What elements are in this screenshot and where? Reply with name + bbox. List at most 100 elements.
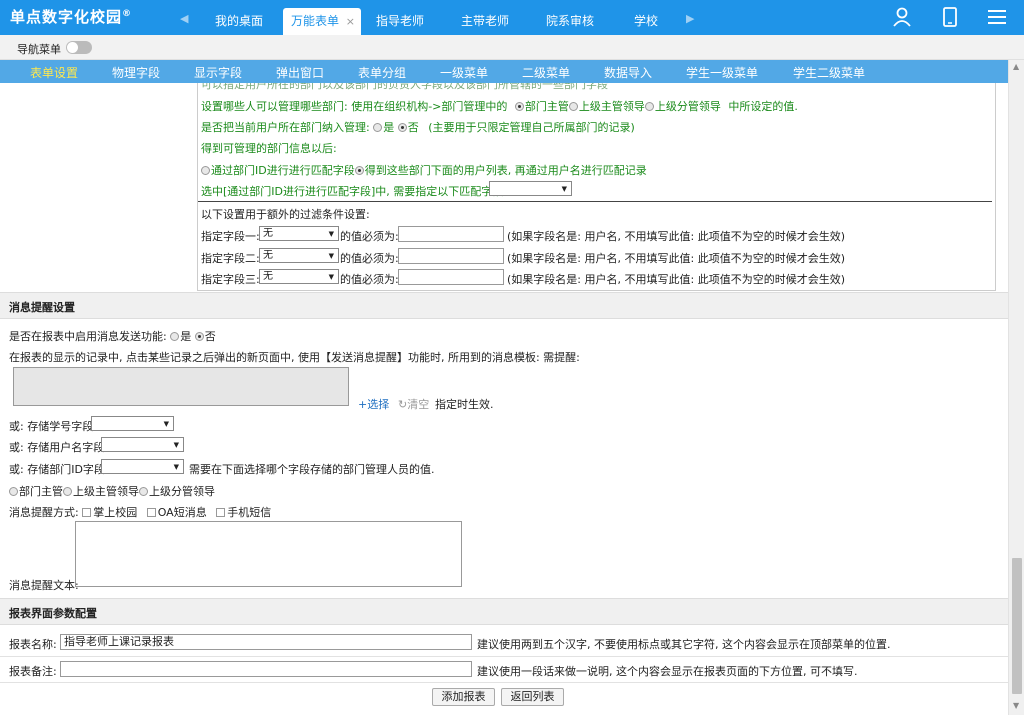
msg-template-display [13,367,349,406]
filter1-must-label: 的值必须为: [340,230,399,243]
radio-include-no[interactable] [397,123,407,132]
filter3-select[interactable]: 无 [259,269,339,284]
add-report-button[interactable]: 添加报表 [432,688,495,706]
subnav-level1-menu[interactable]: 一级菜单 [440,64,488,81]
label-msg-dept-head: 部门主管 [19,485,63,498]
sub-navigation: 表单设置 物理字段 显示字段 弹出窗口 表单分组 一级菜单 二级菜单 数据导入 … [0,60,1008,83]
label-sms: 手机短信 [227,506,272,519]
radio-match-by-username[interactable] [354,166,364,175]
tab-school[interactable]: 学校 [624,8,668,35]
store-user-select[interactable] [101,437,184,452]
checkbox-sms[interactable] [216,508,226,517]
radio-superior-leader[interactable] [568,102,578,111]
msg-text-textarea[interactable] [75,521,462,587]
msg-text-label: 消息提醒文本: [9,579,79,592]
clear-icon: ↻ [398,398,408,411]
menu-icon[interactable] [986,6,1008,28]
checkbox-mobile-campus[interactable] [82,508,92,517]
store-dept-select[interactable] [101,459,184,474]
report-section-title: 报表界面参数配置 [9,607,97,620]
manage-dept-prefix: 设置哪些人可以管理哪些部门: 使用在组织机构->部门管理中的 [201,100,508,113]
msg-method-row: 消息提醒方式: 掌上校园 OA短消息 手机短信 [9,504,271,520]
radio-dept-head[interactable] [514,102,524,111]
dept-settings-partial-line: 可以指定用户所在的部门以及该部门的负责人字段以及该部门所管辖的一些部门字段 [201,83,608,91]
subnav-level2-menu[interactable]: 二级菜单 [522,64,570,81]
radio-msg-dept-head[interactable] [9,487,18,496]
extra-filter-title: 以下设置用于额外的过滤条件设置: [201,208,370,221]
filter2-select[interactable]: 无 [259,248,339,263]
msg-dept-role-row: 部门主管 上级主管领导 上级分管领导 [9,483,215,499]
store-dept-label: 或: 存储部门ID字段: [9,463,109,476]
mobile-icon[interactable] [939,6,961,28]
radio-msg-enable-yes[interactable] [170,332,180,341]
label-msg-superior-leader: 上级主管领导 [73,485,139,498]
tabs-next-arrow-icon[interactable]: ▶ [686,12,694,25]
report-section-header: 报表界面参数配置 [0,598,1008,625]
subnav-data-import[interactable]: 数据导入 [604,64,652,81]
clear-template-link[interactable]: ↻清空 [398,396,429,412]
match-field-select[interactable] [489,181,572,196]
top-header: 单点数字化校园® ◀ 我的桌面 万能表单 × 指导老师 主带老师 院系审核 学校… [0,0,1024,35]
subnav-form-groups[interactable]: 表单分组 [358,64,406,81]
filter3-label: 指定字段三: [201,273,260,286]
checkbox-oa-message[interactable] [146,508,156,517]
manage-dept-row: 设置哪些人可以管理哪些部门: 使用在组织机构->部门管理中的 部门主管 上级主管领… [201,98,798,114]
switch-knob [67,42,78,53]
tab-my-desktop[interactable]: 我的桌面 [205,8,273,35]
scroll-up-arrow-icon[interactable]: ▲ [1013,62,1019,71]
subnav-physical-fields[interactable]: 物理字段 [112,64,160,81]
radio-msg-supervising-leader[interactable] [139,487,148,496]
radio-msg-superior-leader[interactable] [63,487,72,496]
msg-section-header: 消息提醒设置 [0,292,1008,319]
radio-supervising-leader[interactable] [644,102,654,111]
tab-universal-form[interactable]: 万能表单 × [283,8,361,35]
include-dept-note: (主要用于只限定管理自己所属部门的记录) [428,121,635,134]
label-oa-message: OA短消息 [157,506,207,519]
subnav-student-level2-menu[interactable]: 学生二级菜单 [793,64,865,81]
row-divider [0,682,1008,683]
match-mode-row: 通过部门ID进行进行匹配字段 得到这些部门下面的用户列表, 再通过用户名进行匹配记… [201,162,647,178]
msg-section-title: 消息提醒设置 [9,301,75,314]
filter1-value-input[interactable] [398,226,504,242]
subnav-student-level1-menu[interactable]: 学生一级菜单 [686,64,758,81]
include-dept-question: 是否把当前用户所在部门纳入管理: [201,121,370,134]
filter3-value-input[interactable] [398,269,504,285]
tabs-prev-arrow-icon[interactable]: ◀ [180,12,188,25]
radio-match-by-dept-id[interactable] [201,166,210,175]
filter3-note: (如果字段名是: 用户名, 不用填写此值: 此项值不为空的时候才会生效) [507,273,845,286]
scrollbar-thumb[interactable] [1012,558,1022,694]
tab-department-review[interactable]: 院系审核 [537,8,603,35]
filter2-must-label: 的值必须为: [340,252,399,265]
divider [198,201,992,202]
report-name-note: 建议使用两到五个汉字, 不要使用标点或其它字符, 这个内容会显示在顶部菜单的位置… [477,638,891,651]
filter2-value-input[interactable] [398,248,504,264]
filter3-must-label: 的值必须为: [340,273,399,286]
select-template-link[interactable]: +选择 [358,396,389,412]
store-student-select[interactable] [91,416,174,431]
label-include-no: 否 [407,121,419,134]
radio-include-yes[interactable] [373,123,383,132]
tab-close-icon[interactable]: × [346,8,355,35]
report-remark-input[interactable] [60,661,472,677]
subnav-display-fields[interactable]: 显示字段 [194,64,242,81]
user-icon[interactable] [891,6,913,28]
tab-guidance-teacher[interactable]: 指导老师 [367,8,433,35]
vertical-scrollbar[interactable]: ▲ ▼ [1008,60,1024,715]
label-msg-enable-yes: 是 [180,330,192,343]
subnav-form-settings[interactable]: 表单设置 [30,64,78,81]
subnav-popup-window[interactable]: 弹出窗口 [276,64,324,81]
nav-menu-switch[interactable] [66,41,92,54]
msg-enable-question: 是否在报表中启用消息发送功能: [9,330,167,343]
department-settings-block: 可以指定用户所在的部门以及该部门的负责人字段以及该部门所管辖的一些部门字段 设置… [197,83,996,291]
filter1-select[interactable]: 无 [259,226,339,241]
after-get-text: 得到可管理的部门信息以后: [201,142,337,155]
filter1-note: (如果字段名是: 用户名, 不用填写此值: 此项值不为空的时候才会生效) [507,230,845,243]
report-name-input[interactable]: 指导老师上课记录报表 [60,634,472,650]
radio-msg-enable-no[interactable] [194,332,204,341]
store-dept-note: 需要在下面选择哪个字段存储的部门管理人员的值. [189,463,435,476]
scroll-down-arrow-icon[interactable]: ▼ [1013,701,1019,710]
app-logo[interactable]: 单点数字化校园® [10,6,132,27]
tab-lead-teacher[interactable]: 主带老师 [452,8,518,35]
back-to-list-button[interactable]: 返回列表 [501,688,564,706]
store-student-label: 或: 存储学号字段: [9,420,97,433]
